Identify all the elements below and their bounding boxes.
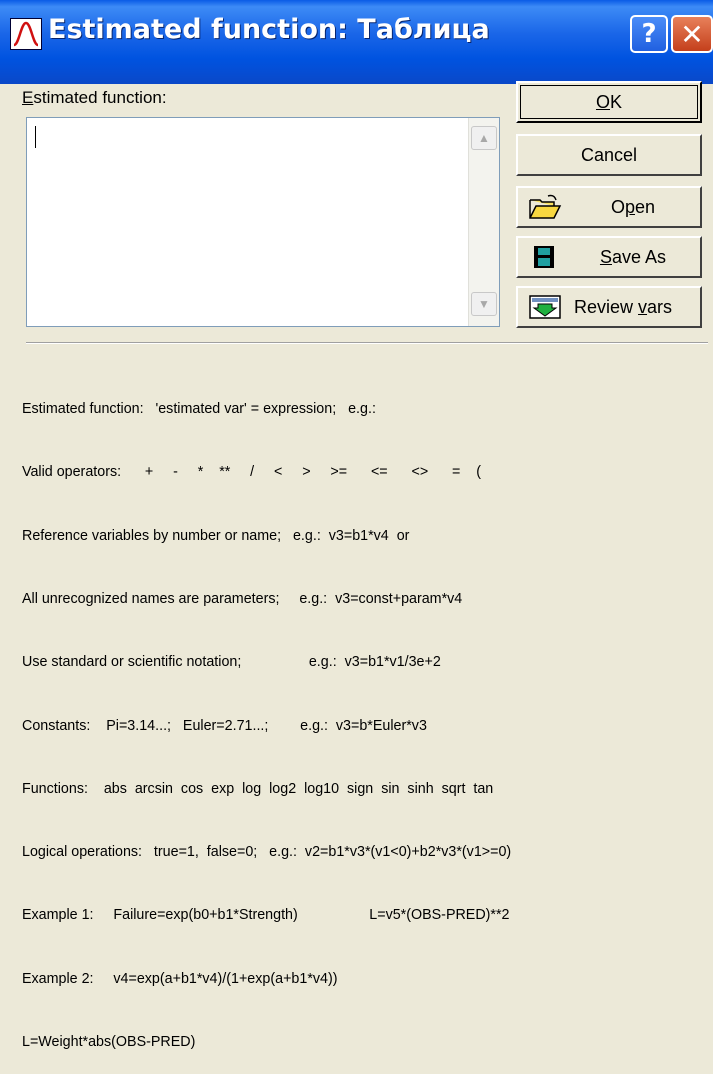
open-label-post: en <box>635 196 656 217</box>
cancel-button[interactable]: Cancel <box>516 134 702 176</box>
review-accel: v <box>638 296 648 317</box>
floppy-disk-icon <box>534 246 554 268</box>
text-caret <box>35 126 36 148</box>
title-bar[interactable]: Estimated function: Таблица ? ✕ <box>0 0 713 84</box>
review-vars-button[interactable]: Review vars <box>516 286 702 328</box>
help-line: Use standard or scientific notation; e.g… <box>22 654 441 671</box>
cancel-label: Cancel <box>580 144 638 165</box>
help-button[interactable]: ? <box>630 15 668 53</box>
app-icon <box>10 18 42 50</box>
review-vars-label: Review vars <box>574 297 700 318</box>
save-as-label: Save As <box>566 247 700 268</box>
open-accel: p <box>624 196 635 217</box>
help-line: Logical operations: true=1, false=0; e.g… <box>22 844 512 861</box>
help-line: All unrecognized names are parameters; e… <box>22 591 463 608</box>
help-line: Estimated function: 'estimated var' = ex… <box>22 401 376 418</box>
help-line: Example 2: v4=exp(a+b1*v4)/(1+exp(a+b1*v… <box>22 970 338 987</box>
save-accel: S <box>599 246 612 267</box>
review-label-post: ars <box>647 296 673 317</box>
vertical-scrollbar[interactable]: ▲ ▼ <box>468 118 499 326</box>
function-label-text: stimated function: <box>33 88 167 107</box>
ok-accel: O <box>595 91 610 112</box>
open-label: Open <box>566 197 700 218</box>
review-vars-icon <box>529 295 561 319</box>
help-icon: ? <box>641 19 657 49</box>
function-textarea[interactable]: ▲ ▼ <box>26 117 500 327</box>
save-as-button[interactable]: Save As <box>516 236 702 278</box>
help-line: Constants: Pi=3.14...; Euler=2.71...; e.… <box>22 717 427 734</box>
function-label: Estimated function: <box>22 88 167 108</box>
help-line: Example 1: Failure=exp(b0+b1*Strength) L… <box>22 907 510 924</box>
ok-button[interactable]: OK <box>516 81 702 123</box>
close-button[interactable]: ✕ <box>671 15 713 53</box>
function-label-accel: E <box>22 88 34 107</box>
help-line: Valid operators: + - * ** / < > >= <= <>… <box>22 464 482 481</box>
help-line: Functions: abs arcsin cos exp log log2 l… <box>22 780 494 797</box>
separator <box>26 342 708 344</box>
review-label-pre: Review <box>574 296 639 317</box>
open-label-pre: O <box>610 196 625 217</box>
folder-open-icon <box>529 194 562 219</box>
window-title: Estimated function: Таблица <box>48 14 490 45</box>
help-line: L=Weight*abs(OBS-PRED) <box>22 1034 196 1050</box>
help-line: Reference variables by number or name; e… <box>22 527 410 544</box>
close-icon: ✕ <box>680 17 704 51</box>
save-label-rest: ave As <box>611 246 667 267</box>
scroll-down-icon[interactable]: ▼ <box>471 292 497 316</box>
syntax-help: Estimated function: 'estimated var' = ex… <box>22 357 511 1074</box>
scroll-up-icon[interactable]: ▲ <box>471 126 497 150</box>
ok-label: K <box>610 91 623 112</box>
open-button[interactable]: Open <box>516 186 702 228</box>
